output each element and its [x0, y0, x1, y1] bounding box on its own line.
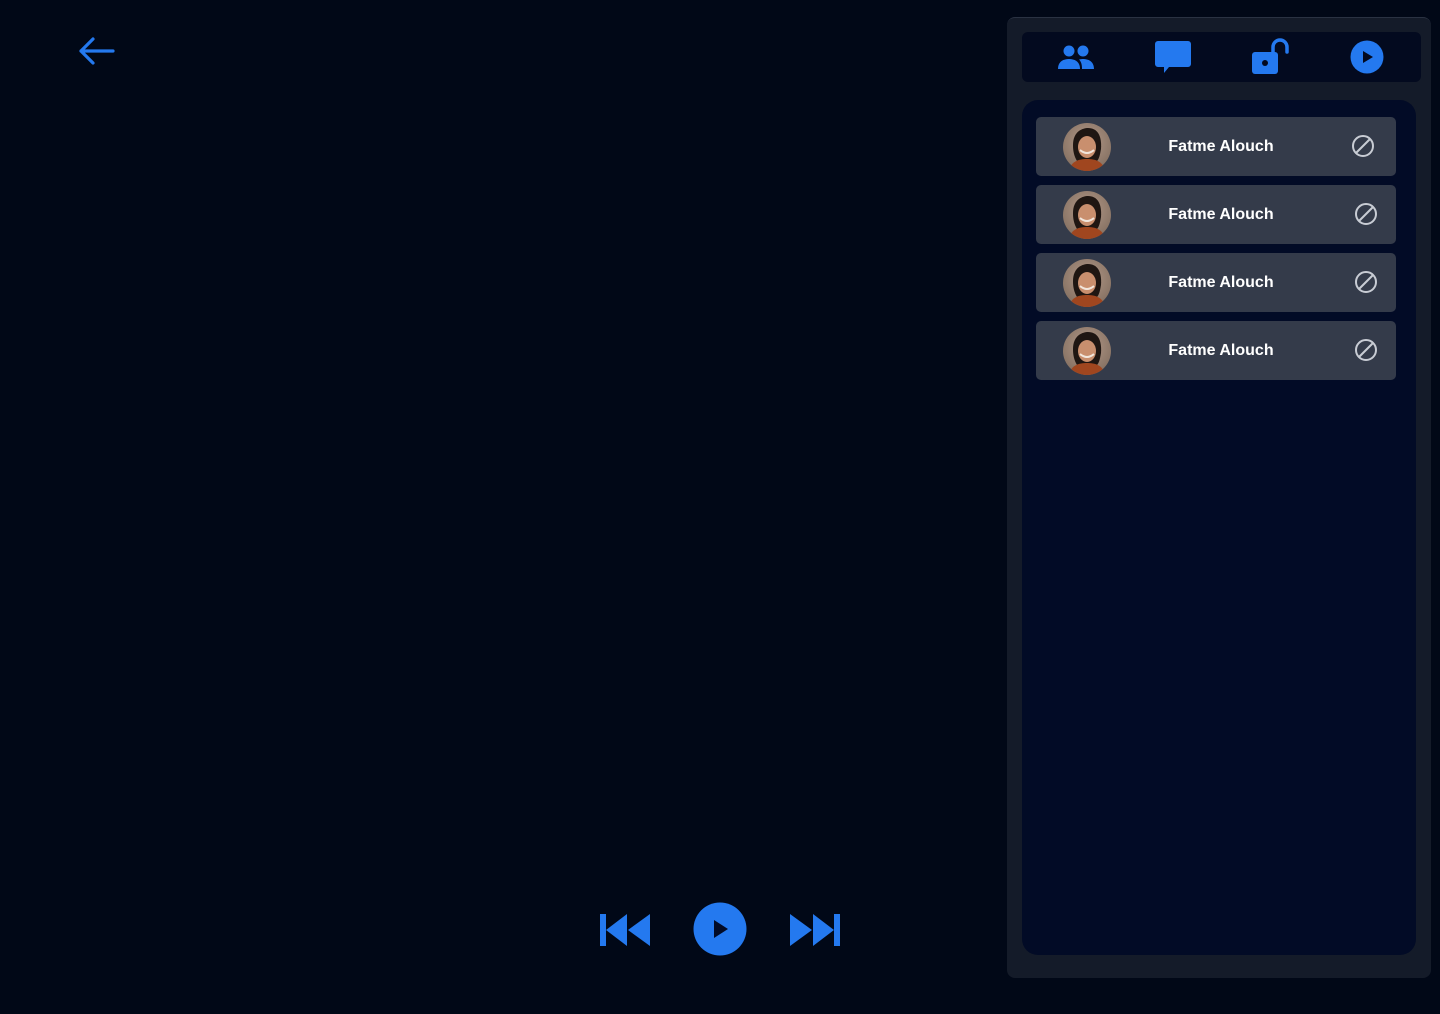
block-icon [1355, 203, 1377, 225]
block-user-button[interactable] [1353, 201, 1379, 227]
avatar [1063, 327, 1111, 375]
block-icon [1355, 339, 1377, 361]
participant-name: Fatme Alouch [1168, 138, 1274, 155]
block-user-button[interactable] [1353, 269, 1379, 295]
previous-button[interactable] [596, 910, 652, 950]
next-button[interactable] [788, 910, 844, 950]
participant-name: Fatme Alouch [1168, 206, 1274, 223]
participant-name: Fatme Alouch [1168, 274, 1274, 291]
tab-lock[interactable] [1240, 32, 1300, 82]
participant-row[interactable]: Fatme Alouch [1036, 321, 1396, 380]
tab-player[interactable] [1337, 32, 1397, 82]
side-panel: Fatme Alouch Fatme Alouch Fatme Alouch F… [1007, 17, 1431, 978]
participant-row[interactable]: Fatme Alouch [1036, 185, 1396, 244]
participant-list: Fatme Alouch Fatme Alouch Fatme Alouch F… [1022, 100, 1416, 955]
block-icon [1352, 135, 1374, 157]
skip-next-icon [790, 914, 840, 946]
avatar [1063, 259, 1111, 307]
participant-name: Fatme Alouch [1168, 342, 1274, 359]
play-circle-icon [693, 902, 747, 956]
lock-open-icon [1252, 38, 1289, 74]
play-button[interactable] [693, 902, 747, 956]
avatar [1063, 191, 1111, 239]
tab-chat[interactable] [1143, 32, 1203, 82]
arrow-left-icon [79, 37, 115, 65]
block-icon [1355, 271, 1377, 293]
block-user-button[interactable] [1350, 133, 1376, 159]
play-circle-icon [1350, 40, 1384, 74]
skip-previous-icon [600, 914, 650, 946]
panel-tabbar [1022, 32, 1421, 82]
participant-row[interactable]: Fatme Alouch [1036, 253, 1396, 312]
people-icon [1058, 45, 1094, 69]
avatar [1063, 123, 1111, 171]
participant-row[interactable]: Fatme Alouch [1036, 117, 1396, 176]
player-controls [596, 902, 844, 958]
back-button[interactable] [70, 28, 120, 74]
tab-participants[interactable] [1046, 32, 1106, 82]
block-user-button[interactable] [1353, 337, 1379, 363]
chat-icon [1155, 41, 1191, 73]
